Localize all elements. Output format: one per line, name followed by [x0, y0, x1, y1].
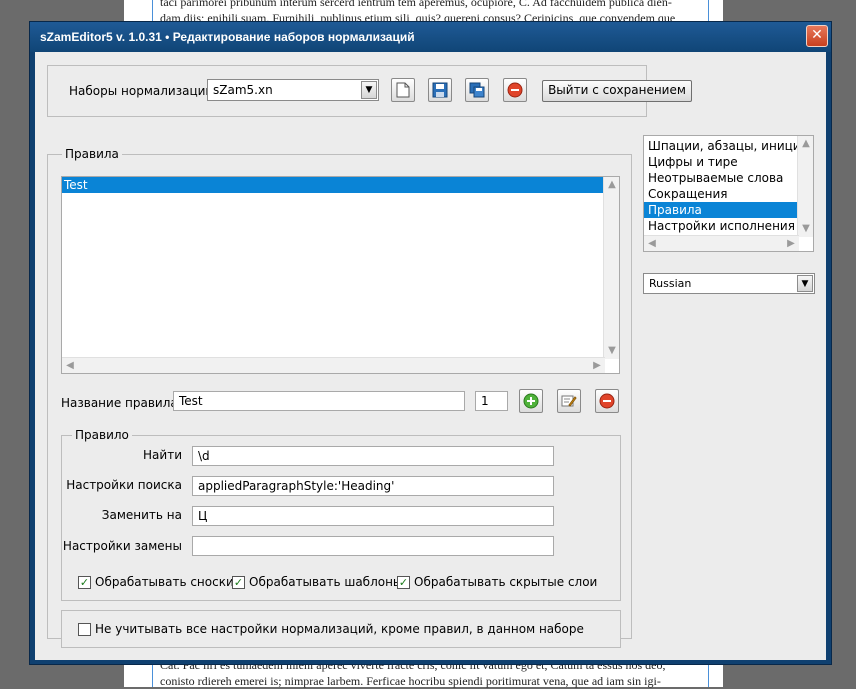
- doc-line: taci parimorei pribunum interum sercerd …: [160, 0, 672, 9]
- checkmark-icon: ✓: [398, 576, 409, 589]
- process-templates-label[interactable]: Обрабатывать шаблоны: [249, 575, 402, 589]
- chevron-down-icon[interactable]: ▼: [797, 275, 813, 292]
- rule-name-field[interactable]: Test: [173, 391, 465, 411]
- rules-list[interactable]: Test ▲ ▼ ◀ ▶: [61, 176, 620, 374]
- delete-set-button[interactable]: [503, 78, 527, 102]
- scroll-right-icon[interactable]: ▶: [589, 358, 605, 373]
- category-list-item[interactable]: Правила: [644, 202, 813, 218]
- close-button[interactable]: ✕: [806, 25, 828, 47]
- language-select-value: Russian: [649, 277, 692, 290]
- category-list-item[interactable]: Сокращения: [644, 186, 813, 202]
- scroll-right-icon[interactable]: ▶: [783, 236, 799, 251]
- language-select[interactable]: Russian ▼: [643, 273, 815, 294]
- ignore-option-group: Не учитывать все настройки нормализаций,…: [61, 610, 621, 648]
- rules-list-hscroll[interactable]: ◀ ▶: [62, 357, 605, 373]
- sets-label: Наборы нормализаций: [69, 84, 214, 98]
- rule-group: Правило Найти \d Настройки поиска applie…: [61, 428, 621, 601]
- search-settings-label: Настройки поиска: [66, 478, 182, 492]
- find-field[interactable]: \d: [192, 446, 554, 466]
- dialog-body: Наборы нормализаций sZam5.xn ▼ Выйти с с…: [35, 52, 826, 660]
- category-list-item[interactable]: Неотрываемые слова: [644, 170, 813, 186]
- category-list-item[interactable]: Настройки исполнения: [644, 218, 813, 234]
- add-icon: [523, 393, 539, 409]
- chevron-down-icon[interactable]: ▼: [361, 81, 377, 99]
- category-list-hscroll[interactable]: ◀ ▶: [644, 235, 799, 251]
- process-templates-checkbox[interactable]: ✓: [232, 576, 245, 589]
- search-settings-field[interactable]: appliedParagraphStyle:'Heading': [192, 476, 554, 496]
- delete-icon: [599, 393, 615, 409]
- sets-select-value: sZam5.xn: [213, 83, 273, 97]
- title-bar[interactable]: sZamEditor5 v. 1.0.31 • Редактирование н…: [30, 22, 831, 52]
- ignore-settings-label[interactable]: Не учитывать все настройки нормализаций,…: [95, 622, 584, 636]
- category-list-item[interactable]: Цифры и тире: [644, 154, 813, 170]
- add-rule-button[interactable]: [519, 389, 543, 413]
- category-list-item[interactable]: Шпации, абзацы, инициалы: [644, 138, 813, 154]
- window-title: sZamEditor5 v. 1.0.31 • Редактирование н…: [40, 30, 415, 44]
- sets-select[interactable]: sZam5.xn ▼: [207, 79, 379, 101]
- save-icon: [432, 82, 448, 98]
- new-document-icon: [396, 82, 410, 98]
- scroll-up-icon[interactable]: ▲: [604, 177, 619, 193]
- save-set-button[interactable]: [428, 78, 452, 102]
- process-footnotes-checkbox[interactable]: ✓: [78, 576, 91, 589]
- rules-list-vscroll[interactable]: ▲ ▼: [603, 177, 619, 359]
- rule-group-label: Правило: [72, 428, 132, 442]
- scroll-left-icon[interactable]: ◀: [644, 236, 660, 251]
- category-list[interactable]: Шпации, абзацы, инициалы Цифры и тире Неот…: [643, 135, 814, 252]
- replace-field[interactable]: Ц: [192, 506, 554, 526]
- find-label: Найти: [143, 448, 182, 462]
- edit-rule-button[interactable]: [557, 389, 581, 413]
- scroll-up-icon[interactable]: ▲: [798, 136, 813, 152]
- editor-window: sZamEditor5 v. 1.0.31 • Редактирование н…: [29, 21, 832, 665]
- category-list-vscroll[interactable]: ▲ ▼: [797, 136, 813, 237]
- scroll-down-icon[interactable]: ▼: [604, 343, 619, 359]
- rule-name-label: Название правила: [61, 396, 178, 410]
- ignore-settings-checkbox[interactable]: [78, 623, 91, 636]
- edit-icon: [561, 395, 577, 407]
- checkmark-icon: ✓: [233, 576, 244, 589]
- replace-settings-label: Настройки замены: [62, 539, 182, 553]
- rules-group: Правила Test ▲ ▼ ◀ ▶ Название правила Te…: [47, 147, 632, 648]
- process-footnotes-label[interactable]: Обрабатывать сноски: [95, 575, 234, 589]
- sets-toolbar: Наборы нормализаций sZam5.xn ▼ Выйти с с…: [47, 65, 692, 117]
- delete-rule-button[interactable]: [595, 389, 619, 413]
- rules-group-label: Правила: [62, 147, 122, 161]
- scroll-left-icon[interactable]: ◀: [62, 358, 78, 373]
- process-hidden-layers-checkbox[interactable]: ✓: [397, 576, 410, 589]
- replace-settings-field[interactable]: [192, 536, 554, 556]
- replace-label: Заменить на: [101, 508, 182, 522]
- category-list-items: Шпации, абзацы, инициалы Цифры и тире Неот…: [644, 136, 813, 234]
- close-icon: ✕: [811, 27, 823, 43]
- scroll-down-icon[interactable]: ▼: [798, 221, 813, 237]
- process-hidden-layers-label[interactable]: Обрабатывать скрытые слои: [414, 575, 597, 589]
- rules-list-items: Test: [62, 177, 619, 193]
- save-as-set-button[interactable]: [465, 78, 489, 102]
- exit-save-button[interactable]: Выйти с сохранением: [542, 80, 692, 102]
- rule-list-item[interactable]: Test: [62, 177, 619, 193]
- checkmark-icon: ✓: [79, 576, 90, 589]
- save-as-icon: [469, 82, 485, 98]
- new-set-button[interactable]: [391, 78, 415, 102]
- exit-save-label: Выйти с сохранением: [548, 83, 686, 97]
- delete-icon: [507, 82, 523, 98]
- rule-index-field[interactable]: 1: [475, 391, 508, 411]
